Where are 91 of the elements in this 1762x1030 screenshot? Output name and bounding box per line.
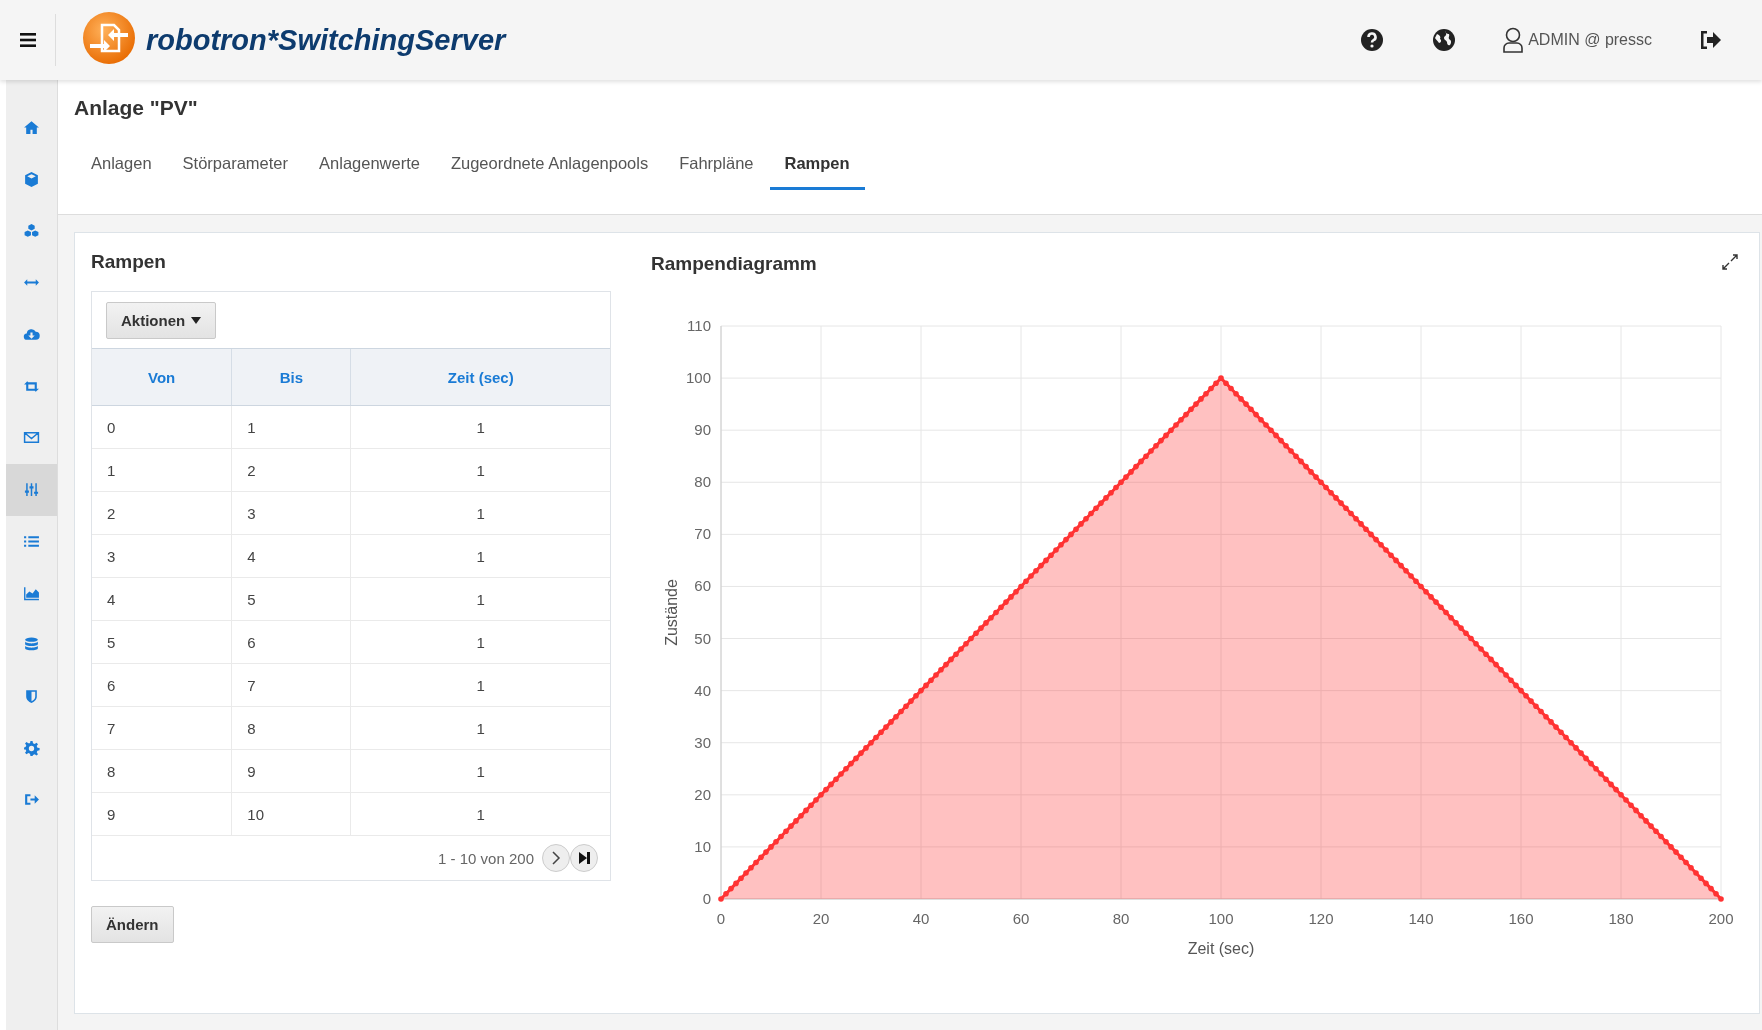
axis-tick-label: 0 — [716, 910, 726, 927]
table-cell: 1 — [92, 448, 232, 492]
page-title: Anlage "PV" — [74, 96, 199, 120]
chart-title: Rampendiagramm — [651, 252, 817, 275]
table-cell: 7 — [92, 706, 232, 750]
axis-tick-label: 60 — [1012, 910, 1030, 927]
expand-icon — [1721, 253, 1739, 271]
table-cell: 3 — [231, 491, 351, 535]
axis-tick-label: 80 — [694, 473, 711, 491]
section-title: Rampen — [91, 251, 167, 273]
caret-icon — [191, 317, 202, 324]
chevron-right-icon — [551, 851, 561, 865]
area-chart-icon — [23, 584, 40, 602]
column-header[interactable]: Bis — [231, 349, 351, 406]
skip-to-end-icon — [578, 852, 590, 864]
axis-tick-label: 110 — [687, 317, 711, 334]
axis-tick-label: 70 — [694, 525, 711, 543]
axis-tick-label: 160 — [1508, 910, 1534, 927]
tab[interactable]: Anlagenwerte — [304, 142, 435, 190]
axis-tick-label: 10 — [694, 837, 711, 855]
table-cell: 7 — [231, 663, 351, 707]
axis-tick-label: 200 — [1708, 910, 1734, 927]
table-cell: 9 — [231, 749, 351, 793]
axis-tick-label: 0 — [702, 890, 711, 907]
axis-tick-label: 20 — [694, 785, 711, 803]
table-cell: 8 — [231, 706, 351, 750]
table-cell: 5 — [92, 620, 232, 664]
tab[interactable]: Anlagen — [76, 142, 167, 190]
axis-tick-label: 40 — [912, 910, 930, 927]
table-cell: 1 — [351, 663, 610, 707]
cube-icon — [23, 171, 40, 189]
home-icon — [23, 119, 40, 137]
tab[interactable]: Zugeordnete Anlagenpools — [435, 142, 664, 190]
axis-tick-label: 120 — [1308, 910, 1334, 927]
tab[interactable]: Störparameter — [167, 142, 304, 190]
axis-tick-label: 20 — [812, 910, 830, 927]
axis-tick-label: 100 — [685, 369, 711, 387]
axis-tick-label: 40 — [694, 681, 711, 699]
axis-tick-label: 60 — [694, 577, 711, 595]
actions-button[interactable]: Aktionen — [106, 302, 217, 339]
axis-title: Zeit (sec) — [1187, 940, 1255, 957]
table-cell: 1 — [351, 405, 610, 449]
logo-icon — [82, 11, 136, 65]
table-cell: 4 — [231, 534, 351, 578]
table-cell: 1 — [351, 534, 610, 578]
table-cell: 2 — [231, 448, 351, 492]
axis-tick-label: 140 — [1408, 910, 1434, 927]
edit-button[interactable]: Ändern — [91, 906, 174, 943]
table-cell: 1 — [351, 620, 610, 664]
tab[interactable]: Rampen — [769, 142, 865, 190]
axis-tick-label: 30 — [694, 733, 711, 751]
table-cell: 1 — [351, 706, 610, 750]
gear-icon — [23, 739, 40, 757]
app-brand: robotron*SwitchingServer — [146, 23, 506, 57]
sliders-icon — [23, 481, 40, 499]
menu-icon — [19, 33, 36, 47]
axis-tick-label: 50 — [694, 629, 711, 647]
table-cell: 6 — [231, 620, 351, 664]
table-cell: 2 — [92, 491, 232, 535]
table-cell: 6 — [92, 663, 232, 707]
globe-icon — [1432, 28, 1457, 52]
user-menu[interactable]: ADMIN @ pressc — [1502, 27, 1652, 53]
table-cell: 10 — [231, 792, 351, 836]
help-icon — [1360, 28, 1385, 52]
table-cell: 1 — [231, 405, 351, 449]
last-page-button[interactable] — [570, 844, 598, 872]
table-cell: 5 — [231, 577, 351, 621]
table-cell: 1 — [351, 792, 610, 836]
sign-out-icon — [1698, 29, 1722, 51]
table-cell: 9 — [92, 792, 232, 836]
shield-icon — [23, 687, 40, 705]
sidebar-item[interactable] — [6, 463, 57, 516]
axis-tick-label: 100 — [1208, 910, 1234, 927]
table-cell: 4 — [92, 577, 232, 621]
axis-title: Zustände — [663, 579, 680, 646]
table-cell: 1 — [351, 577, 610, 621]
table-cell: 1 — [351, 448, 610, 492]
table-cell: 1 — [351, 749, 610, 793]
column-header[interactable]: Von — [92, 349, 232, 406]
axis-tick-label: 80 — [1112, 910, 1130, 927]
cubes-icon — [23, 222, 40, 240]
table-cell: 8 — [92, 749, 232, 793]
table-cell: 3 — [92, 534, 232, 578]
user-icon — [1502, 27, 1525, 53]
table-cell: 1 — [351, 491, 610, 535]
axis-tick-label: 90 — [694, 421, 711, 439]
column-header[interactable]: Zeit (sec) — [351, 349, 610, 406]
axis-tick-label: 180 — [1608, 910, 1634, 927]
pagination-info: 1 - 10 von 200 — [438, 849, 534, 867]
table-cell: 0 — [92, 405, 232, 449]
tab[interactable]: Fahrpläne — [664, 142, 769, 190]
